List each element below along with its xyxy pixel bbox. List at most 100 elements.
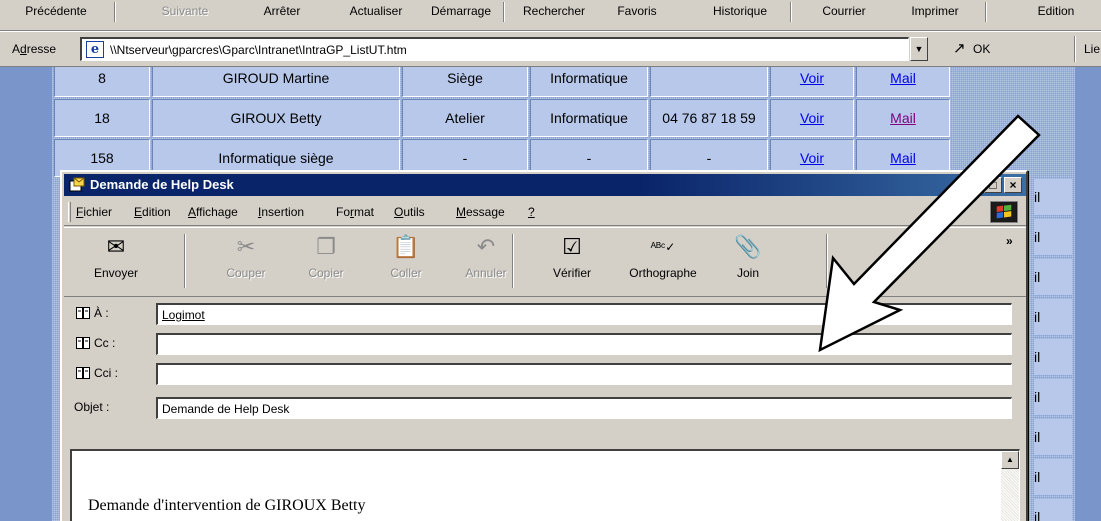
history-button[interactable]: Historique (704, 0, 776, 22)
mail-link[interactable]: il (1034, 499, 1072, 521)
check-names-icon: ☑ (562, 234, 582, 259)
coller-button[interactable]: 📋 Coller (370, 232, 442, 292)
page-gutter (1075, 67, 1101, 521)
menu-bar: Fichier Edition Affichage Insertion Format Ou… (64, 198, 1026, 226)
mail-link[interactable]: il (1034, 179, 1072, 215)
internet-explorer-icon: e (86, 41, 104, 58)
user-id-cell: 18 (54, 99, 150, 137)
window-title: Demande de Help Desk (90, 177, 234, 192)
print-button[interactable]: Imprimer (898, 0, 972, 22)
address-input[interactable]: e \\Ntserveur\gparcres\Gparc\Intranet\In… (80, 37, 909, 61)
service-cell: Informatique (530, 67, 648, 97)
toolbar-separator (184, 234, 186, 288)
menu-item[interactable]: Fichier (76, 205, 112, 219)
mail-cell: Mail (856, 67, 950, 97)
edit-button[interactable]: Edition (1026, 0, 1086, 22)
message-body[interactable]: Demande d'intervention de GIROUX Betty ▲ (70, 449, 1020, 521)
more-buttons-chevron-icon[interactable]: » (1006, 234, 1013, 248)
to-label: À : (94, 306, 109, 320)
address-dropdown-button[interactable]: ▼ (910, 37, 928, 61)
copier-button[interactable]: ❐ Copier (290, 232, 362, 292)
button-label: Orthographe (629, 266, 697, 280)
compose-window: Demande de Help Desk □ × Fichier Edition A… (60, 170, 1028, 521)
send-icon: ✉ (106, 234, 126, 259)
windows-logo-icon (990, 201, 1018, 223)
address-bar: Adresse e \\Ntserveur\gparcres\Gparc\Int… (0, 31, 1101, 67)
toolbar-separator (826, 234, 828, 288)
join-button[interactable]: 📎 Join (712, 232, 784, 292)
orthographe-button[interactable]: ᴬᴮᶜ✓ Orthographe (618, 232, 708, 292)
maximize-button[interactable]: □ (984, 177, 1002, 193)
user-id-cell: 8 (54, 67, 150, 97)
new-message-icon (69, 177, 85, 192)
search-button[interactable]: Rechercher (508, 0, 600, 22)
vérifier-button[interactable]: ☑ Vérifier (536, 232, 608, 292)
to-field[interactable]: Logimot (156, 303, 1012, 325)
address-book-icon[interactable] (76, 367, 90, 379)
mail-link[interactable]: Mail (890, 150, 916, 166)
mail-link[interactable]: il (1034, 299, 1072, 335)
mail-link[interactable]: il (1034, 419, 1072, 455)
mail-link[interactable]: il (1034, 339, 1072, 375)
address-book-icon[interactable] (76, 307, 90, 319)
browser-toolbar: Précédente Suivante Arrêter Actualiser D… (0, 0, 1101, 31)
recipient-logimot[interactable]: Logimot (162, 308, 205, 322)
refresh-button[interactable]: Actualiser (336, 0, 416, 22)
view-link[interactable]: Voir (800, 70, 824, 86)
links-button[interactable]: Lie (1084, 42, 1100, 56)
title-bar[interactable]: Demande de Help Desk □ × (64, 174, 1026, 196)
go-icon[interactable]: ↗ (953, 40, 966, 58)
mail-link[interactable]: il (1034, 219, 1072, 255)
menu-item[interactable]: Affichage (188, 205, 238, 219)
menu-item[interactable]: Format (336, 205, 374, 219)
scroll-up-icon[interactable]: ▲ (1001, 451, 1019, 469)
vertical-scrollbar[interactable]: ▲ (1001, 451, 1019, 521)
toolbar-separator (114, 2, 116, 22)
user-name-cell: GIROUD Martine (152, 67, 400, 97)
table-row: 8 GIROUD Martine Siège Informatique Voir Mail (54, 67, 950, 97)
cc-field[interactable] (156, 333, 1012, 355)
mail-button[interactable]: Courrier (812, 0, 876, 22)
user-name-cell: GIROUX Betty (152, 99, 400, 137)
mail-link[interactable]: il (1034, 379, 1072, 415)
subject-field[interactable]: Demande de Help Desk (156, 397, 1012, 419)
page-gutter (0, 67, 52, 521)
view-link[interactable]: Voir (800, 150, 824, 166)
address-label: Adresse (12, 42, 57, 56)
attach-icon: 📎 (734, 234, 762, 259)
menu-item[interactable]: Outils (394, 205, 425, 219)
site-cell: Atelier (402, 99, 528, 137)
subject-label: Objet : (74, 400, 110, 414)
close-button[interactable]: × (1004, 177, 1022, 193)
mail-link[interactable]: Mail (890, 110, 916, 126)
button-label: Coller (390, 266, 422, 280)
go-button[interactable]: OK (973, 42, 990, 56)
mail-link[interactable]: il (1034, 259, 1072, 295)
user-table: 8 GIROUD Martine Siège Informatique Voir Mail… (52, 67, 952, 179)
bcc-field[interactable] (156, 363, 1012, 385)
back-button[interactable]: Précédente (16, 0, 96, 22)
menu-item[interactable]: Edition (134, 205, 171, 219)
mail-link[interactable]: Mail (890, 70, 916, 86)
mail-link[interactable]: il (1034, 459, 1072, 495)
forward-button[interactable]: Suivante (152, 0, 218, 22)
to-row: À : Logimot (64, 303, 1026, 325)
favorites-button[interactable]: Favoris (612, 0, 662, 22)
menu-item[interactable]: Insertion (258, 205, 304, 219)
mail-cell: Mail (856, 99, 950, 137)
button-label: Join (736, 266, 759, 280)
toolbar-grip[interactable] (68, 202, 71, 222)
bcc-row: Cci : (64, 363, 1026, 385)
address-book-icon[interactable] (76, 337, 90, 349)
menu-item[interactable]: ? (528, 205, 535, 219)
button-label: Envoyer (93, 266, 139, 280)
menu-item[interactable]: Message (456, 205, 505, 219)
couper-button[interactable]: ✂ Couper (210, 232, 282, 292)
view-cell: Voir (770, 67, 854, 97)
toolbar-separator (503, 2, 505, 22)
envoyer-button[interactable]: ✉ Envoyer (74, 232, 158, 292)
home-button[interactable]: Démarrage (420, 0, 502, 22)
stop-button[interactable]: Arrêter (252, 0, 312, 22)
view-cell: Voir (770, 99, 854, 137)
view-link[interactable]: Voir (800, 110, 824, 126)
